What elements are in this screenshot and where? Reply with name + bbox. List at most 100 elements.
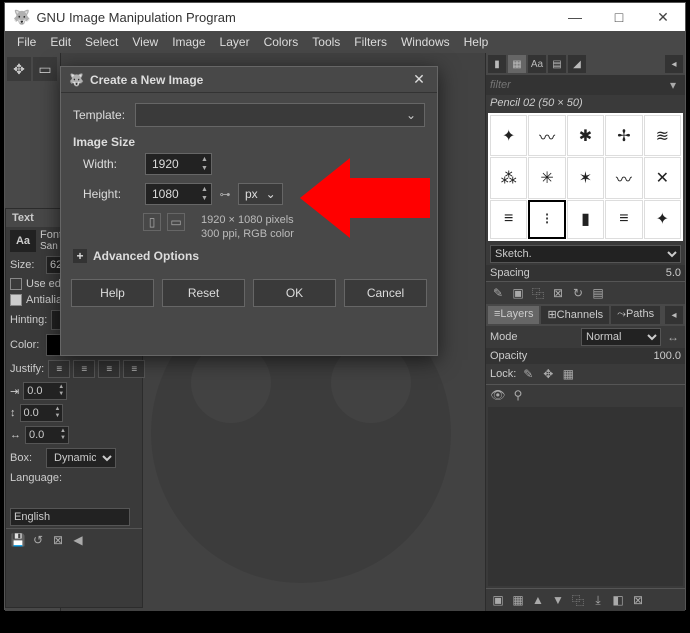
tab-paths[interactable]: ⤳Paths xyxy=(611,306,660,324)
open-brush-icon[interactable]: ▤ xyxy=(590,285,606,301)
menu-select[interactable]: Select xyxy=(79,33,124,51)
justify-center-icon[interactable]: ≡ xyxy=(98,360,120,378)
line-spacing-input[interactable]: ▲▼ xyxy=(20,404,64,422)
mode-switch-icon[interactable]: ↔ xyxy=(665,329,681,345)
new-brush-icon[interactable]: ▣ xyxy=(510,285,526,301)
menu-colors[interactable]: Colors xyxy=(258,33,305,51)
layers-menu-icon[interactable]: ◂ xyxy=(665,306,683,324)
dup-brush-icon[interactable]: ⿻ xyxy=(530,285,546,301)
use-editor-checkbox[interactable] xyxy=(10,278,22,290)
new-image-dialog: 🐺 Create a New Image ✕ Template: ⌄ Image… xyxy=(60,66,438,356)
brush-item[interactable]: ✦ xyxy=(490,115,527,156)
ok-button[interactable]: OK xyxy=(253,279,336,307)
brush-item[interactable]: 〰 xyxy=(528,115,565,156)
dialog-titlebar[interactable]: 🐺 Create a New Image ✕ xyxy=(61,67,437,93)
brush-item-selected[interactable]: ⁝ xyxy=(528,200,565,239)
template-label: Template: xyxy=(73,108,129,122)
menu-layer[interactable]: Layer xyxy=(214,33,256,51)
dup-layer-icon[interactable]: ⿻ xyxy=(570,592,586,608)
height-input[interactable]: ▲▼ xyxy=(145,183,212,205)
brush-item[interactable]: ⁂ xyxy=(490,157,527,198)
delete-icon[interactable]: ⊠ xyxy=(50,532,66,548)
brush-actions: ✎ ▣ ⿻ ⊠ ↻ ▤ xyxy=(486,281,685,304)
tab-channels[interactable]: ⊞Channels xyxy=(541,306,609,324)
menu-windows[interactable]: Windows xyxy=(395,33,456,51)
move-icon[interactable]: ✥ xyxy=(7,57,31,81)
dialog-close-button[interactable]: ✕ xyxy=(409,70,429,90)
advanced-options-toggle[interactable]: + Advanced Options xyxy=(73,249,425,263)
raise-layer-icon[interactable]: ▲ xyxy=(530,592,546,608)
reset-icon[interactable]: ◀ xyxy=(70,532,86,548)
menu-image[interactable]: Image xyxy=(166,33,211,51)
image-info-text: 1920 × 1080 pixels 300 ppi, RGB color xyxy=(201,213,294,241)
language-input[interactable] xyxy=(10,508,130,526)
spacing-value[interactable]: 5.0 xyxy=(666,267,681,279)
menu-tools[interactable]: Tools xyxy=(306,33,346,51)
menu-file[interactable]: File xyxy=(11,33,42,51)
tab-brushes-icon[interactable]: ▮ xyxy=(488,55,506,73)
indent-input[interactable]: ▲▼ xyxy=(23,382,67,400)
brush-item[interactable]: ✱ xyxy=(567,115,604,156)
brush-item[interactable]: ✳ xyxy=(528,157,565,198)
delete-layer-icon[interactable]: ⊠ xyxy=(630,592,646,608)
portrait-icon[interactable]: ▯ xyxy=(143,213,161,231)
layer-list[interactable] xyxy=(488,407,683,586)
brush-item[interactable]: 〰 xyxy=(605,157,642,198)
new-group-icon[interactable]: ▦ xyxy=(510,592,526,608)
justify-left-icon[interactable]: ≡ xyxy=(48,360,70,378)
brush-item[interactable]: ✶ xyxy=(567,157,604,198)
menu-edit[interactable]: Edit xyxy=(44,33,77,51)
help-button[interactable]: Help xyxy=(71,279,154,307)
color-label: Color: xyxy=(10,339,42,351)
brush-item[interactable]: ✢ xyxy=(605,115,642,156)
menu-view[interactable]: View xyxy=(126,33,164,51)
antialias-checkbox[interactable]: ✕ xyxy=(10,294,22,306)
template-select[interactable]: ⌄ xyxy=(135,103,425,127)
brush-item[interactable]: ≋ xyxy=(644,115,681,156)
width-label: Width: xyxy=(83,157,139,171)
unit-select[interactable]: px ⌄ xyxy=(238,183,283,205)
justify-fill-icon[interactable]: ≡ xyxy=(123,360,145,378)
delete-brush-icon[interactable]: ⊠ xyxy=(550,285,566,301)
brush-item[interactable]: ✦ xyxy=(644,200,681,239)
unit-label: px xyxy=(245,187,258,201)
brush-item[interactable]: ≡ xyxy=(605,200,642,239)
tab-document-icon[interactable]: ▤ xyxy=(548,55,566,73)
tab-menu-icon[interactable]: ◂ xyxy=(665,55,683,73)
cancel-button[interactable]: Cancel xyxy=(344,279,427,307)
refresh-brushes-icon[interactable]: ↻ xyxy=(570,285,586,301)
tab-gradients-icon[interactable]: ◢ xyxy=(568,55,586,73)
blend-mode-select[interactable]: Normal xyxy=(581,328,661,346)
box-select[interactable]: Dynamic xyxy=(46,448,116,468)
link-icon[interactable]: ⚲ xyxy=(510,387,526,403)
select-icon[interactable]: ▭ xyxy=(33,57,57,81)
lock-alpha-icon[interactable]: ▦ xyxy=(560,366,576,382)
letter-spacing-input[interactable]: ▲▼ xyxy=(25,426,69,444)
brush-category-select[interactable]: Sketch. xyxy=(490,245,681,263)
opacity-value[interactable]: 100.0 xyxy=(653,350,681,362)
merge-down-icon[interactable]: ⤓ xyxy=(590,592,606,608)
link-dimensions-icon[interactable]: ⊶ xyxy=(218,188,232,201)
menu-filters[interactable]: Filters xyxy=(348,33,393,51)
window-maximize-button[interactable]: □ xyxy=(597,3,641,31)
tab-fonts-icon[interactable]: Aa xyxy=(528,55,546,73)
filter-dropdown-icon[interactable]: ▾ xyxy=(665,77,681,93)
justify-right-icon[interactable]: ≡ xyxy=(73,360,95,378)
reset-button[interactable]: Reset xyxy=(162,279,245,307)
restore-icon[interactable]: ↺ xyxy=(30,532,46,548)
chevron-down-icon: ⌄ xyxy=(266,187,276,201)
landscape-icon[interactable]: ▭ xyxy=(167,213,185,231)
window-minimize-button[interactable]: — xyxy=(553,3,597,31)
save-preset-icon[interactable]: 💾 xyxy=(10,532,26,548)
window-close-button[interactable]: ✕ xyxy=(641,3,685,31)
mask-icon[interactable]: ◧ xyxy=(610,592,626,608)
tab-patterns-icon[interactable]: ▦ xyxy=(508,55,526,73)
brush-filter-input[interactable] xyxy=(490,79,665,91)
brush-item[interactable]: ▮ xyxy=(567,200,604,239)
lock-pixels-icon[interactable]: ✎ xyxy=(520,366,536,382)
brush-item[interactable]: ✕ xyxy=(644,157,681,198)
menu-help[interactable]: Help xyxy=(458,33,495,51)
lower-layer-icon[interactable]: ▼ xyxy=(550,592,566,608)
width-input[interactable]: ▲▼ xyxy=(145,153,212,175)
lock-position-icon[interactable]: ✥ xyxy=(540,366,556,382)
